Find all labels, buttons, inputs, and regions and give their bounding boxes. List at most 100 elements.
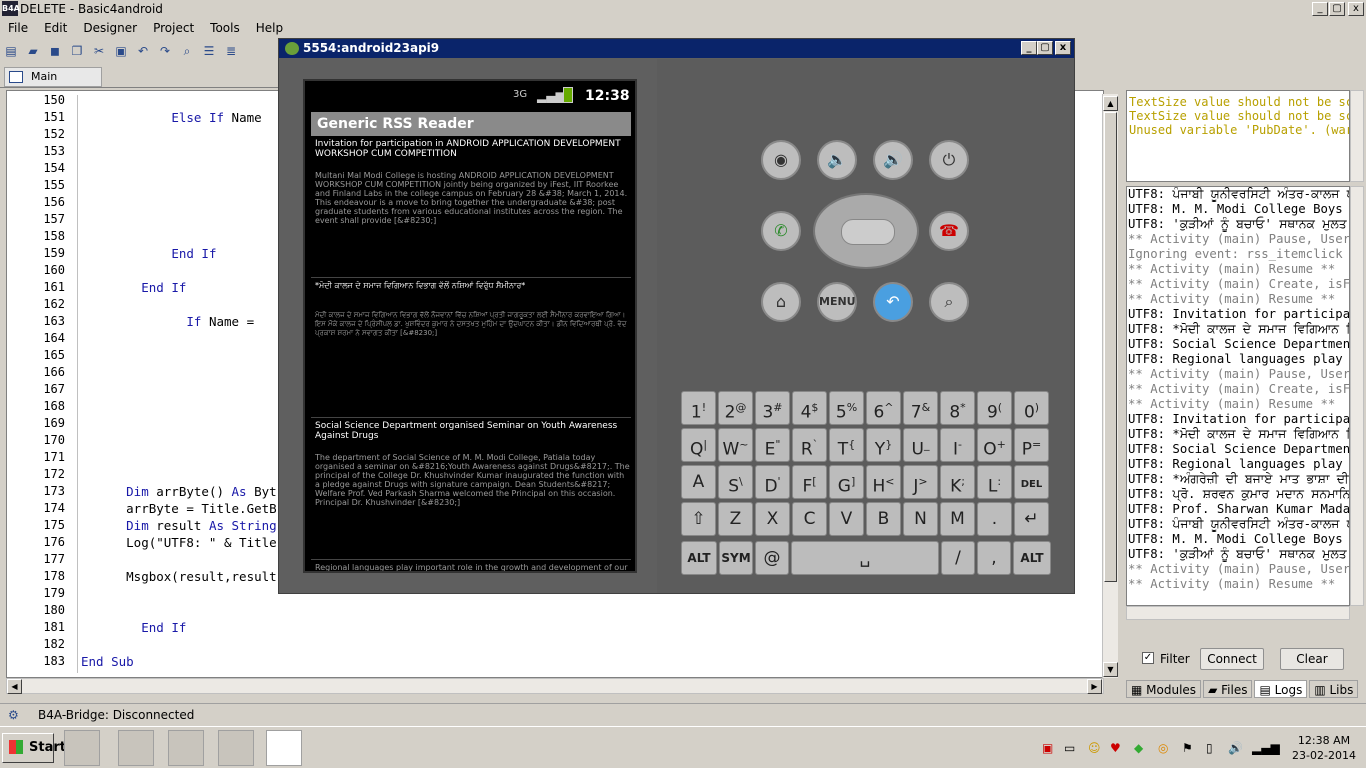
key-9[interactable]: 9( [977,391,1012,425]
undo-icon[interactable]: ↶ [134,42,152,60]
minimize-button[interactable]: _ [1312,2,1328,16]
tab-libs[interactable]: ▥ Libs [1309,680,1359,698]
copy-icon[interactable]: ❐ [68,42,86,60]
code-line[interactable]: Else If Name [81,110,261,125]
log-line[interactable]: ** Activity (main) Create, isF [1128,277,1349,292]
scroll-up-icon[interactable]: ▲ [1103,96,1118,111]
rss-item-title[interactable]: *ਮੋਦੀ ਕਾਲਜ ਦੇ ਸਮਾਜ ਵਿਗਿਆਨ ਵਿਭਾਗ ਵੱਲੋਂ ਨਸ… [315,281,631,291]
logs-scrollbar[interactable] [1350,186,1364,606]
log-line[interactable]: UTF8: Regional languages play [1128,457,1348,472]
download-icon[interactable] [168,730,204,766]
alt-key-right[interactable]: ALT [1013,541,1051,575]
back-icon[interactable]: ↶ [873,282,913,322]
volume-icon[interactable]: 🔊 [1228,741,1243,755]
volume-down-icon[interactable]: 🔈 [817,140,857,180]
menu-file[interactable]: File [0,18,36,38]
emu-close-button[interactable]: x [1055,41,1071,55]
key-special[interactable]: ↵ [1014,502,1049,536]
key-r[interactable]: R` [792,428,827,462]
paste-icon[interactable]: ▣ [112,42,130,60]
key-j[interactable]: J> [903,465,938,499]
filter-checkbox[interactable]: ✓ [1142,652,1154,664]
menu-project[interactable]: Project [145,18,202,38]
connect-button[interactable]: Connect [1200,648,1264,670]
key-5[interactable]: 5% [829,391,864,425]
key-2[interactable]: 2@ [718,391,753,425]
comma-key[interactable]: , [977,541,1011,575]
monitor-icon[interactable]: ▭ [1064,741,1075,755]
chrome-icon[interactable]: ◎ [1158,741,1168,755]
at-key[interactable]: @ [755,541,789,575]
log-line[interactable]: ** Activity (main) Pause, User [1128,367,1349,382]
key-k[interactable]: K; [940,465,975,499]
emulator-window[interactable]: 5554:android23api9 _ ▢ x 3G ▂▄▆ 12:38 Ge… [278,38,1075,594]
tab-modules[interactable]: ▦ Modules [1126,680,1202,698]
download-icon[interactable] [218,730,254,766]
key-s[interactable]: S\ [718,465,753,499]
log-line[interactable]: UTF8: *ਅੰਗਰੇਜ਼ੀ ਦੀ ਬਜਾਏ ਮਾਤ ਭਾਸ਼ਾ ਦੀ [1128,472,1349,487]
log-line[interactable]: UTF8: ਪੰਜਾਬੀ ਯੂਨੀਵਰਸਿਟੀ ਅੰਤਰ-ਕਾਲਜ ਯ [1128,517,1349,532]
code-line[interactable]: Dim arrByte() As Byt [81,484,277,499]
key-c[interactable]: C [792,502,827,536]
call-icon[interactable]: ✆ [761,211,801,251]
key-h[interactable]: H< [866,465,901,499]
key-u[interactable]: U_ [903,428,938,462]
volume-up-icon[interactable]: 🔊 [873,140,913,180]
log-line[interactable]: ** Activity (main) Resume ** [1128,397,1348,412]
slash-key[interactable]: / [941,541,975,575]
start-button[interactable]: Start [2,733,66,763]
warning-item[interactable]: TextSize value should not be sc [1129,95,1349,109]
code-line[interactable]: Dim result As String [81,518,277,533]
key-o[interactable]: O+ [977,428,1012,462]
maximize-button[interactable]: ▢ [1329,2,1345,16]
taskbar-clock[interactable]: 12:38 AM 23-02-2014 [1284,733,1364,763]
log-line[interactable]: ** Activity (main) Resume ** [1128,262,1348,277]
warning-item[interactable]: Unused variable 'PubDate'. (war [1129,123,1349,137]
cut-icon[interactable]: ✂ [90,42,108,60]
flag-icon[interactable]: ⚑ [1182,741,1193,755]
alt-key[interactable]: ALT [681,541,717,575]
redo-icon[interactable]: ↷ [156,42,174,60]
tab-main[interactable]: Main [4,67,102,87]
sym-key[interactable]: SYM [719,541,753,575]
log-line[interactable]: UTF8: Invitation for participa [1128,412,1349,427]
find-icon[interactable]: ⌕ [178,42,196,60]
key-p[interactable]: P= [1014,428,1049,462]
key-l[interactable]: L: [977,465,1012,499]
key-d[interactable]: D' [755,465,790,499]
rss-item-title[interactable]: Social Science Department organised Semi… [315,421,631,441]
log-line[interactable]: ** Activity (main) Resume ** [1128,577,1348,592]
log-line[interactable]: ** Activity (main) Pause, User [1128,562,1349,577]
key-e[interactable]: E" [755,428,790,462]
warning-item[interactable]: TextSize value should not be sc [1129,109,1349,123]
save-icon[interactable]: ◼ [46,42,64,60]
log-line[interactable]: UTF8: ਪ੍ਰੋ. ਸ਼ਰਵਨ ਕੁਮਾਰ ਮਦਾਨ ਸਨਮਾਨਿਤ [1128,487,1349,502]
phone-screen[interactable]: 3G ▂▄▆ 12:38 Generic RSS Reader Invitati… [303,79,637,573]
code-line[interactable]: arrByte = Title.GetB [81,501,277,516]
key-0[interactable]: 0) [1014,391,1049,425]
tab-files[interactable]: ▰ Files [1203,680,1253,698]
key-special[interactable]: ⇧ [681,502,716,536]
key-i[interactable]: I- [940,428,975,462]
log-line[interactable]: ** Activity (main) Pause, User [1128,232,1349,247]
code-line[interactable]: Log("UTF8: " & Title [81,535,277,550]
clear-button[interactable]: Clear [1280,648,1344,670]
key-x[interactable]: X [755,502,790,536]
android-emulator-task-icon[interactable] [266,730,302,766]
code-line[interactable]: End If [81,620,186,635]
log-line[interactable]: UTF8: M. M. Modi College Boys [1128,532,1348,547]
rss-item-title[interactable]: Invitation for participation in ANDROID … [315,139,631,159]
code-line[interactable]: End If [81,280,186,295]
log-line[interactable]: UTF8: 'ਕੁੜੀਆਂ ਨੂੰ ਬਚਾਓ' ਸਥਾਨਕ ਮੁਲਤ [1128,547,1348,562]
new-file-icon[interactable]: ▤ [2,42,20,60]
log-line[interactable]: UTF8: M. M. Modi College Boys [1128,202,1348,217]
camera-icon[interactable]: ◉ [761,140,801,180]
code-line[interactable]: If Name = [81,314,254,329]
dpad[interactable] [813,193,919,269]
indent-icon[interactable]: ☰ [200,42,218,60]
key-y[interactable]: Y} [866,428,901,462]
menu-edit[interactable]: Edit [36,18,75,38]
scroll-down-icon[interactable]: ▼ [1103,662,1118,677]
key-special[interactable]: DEL [1014,465,1049,499]
tab-logs[interactable]: ▤ Logs [1254,680,1308,698]
